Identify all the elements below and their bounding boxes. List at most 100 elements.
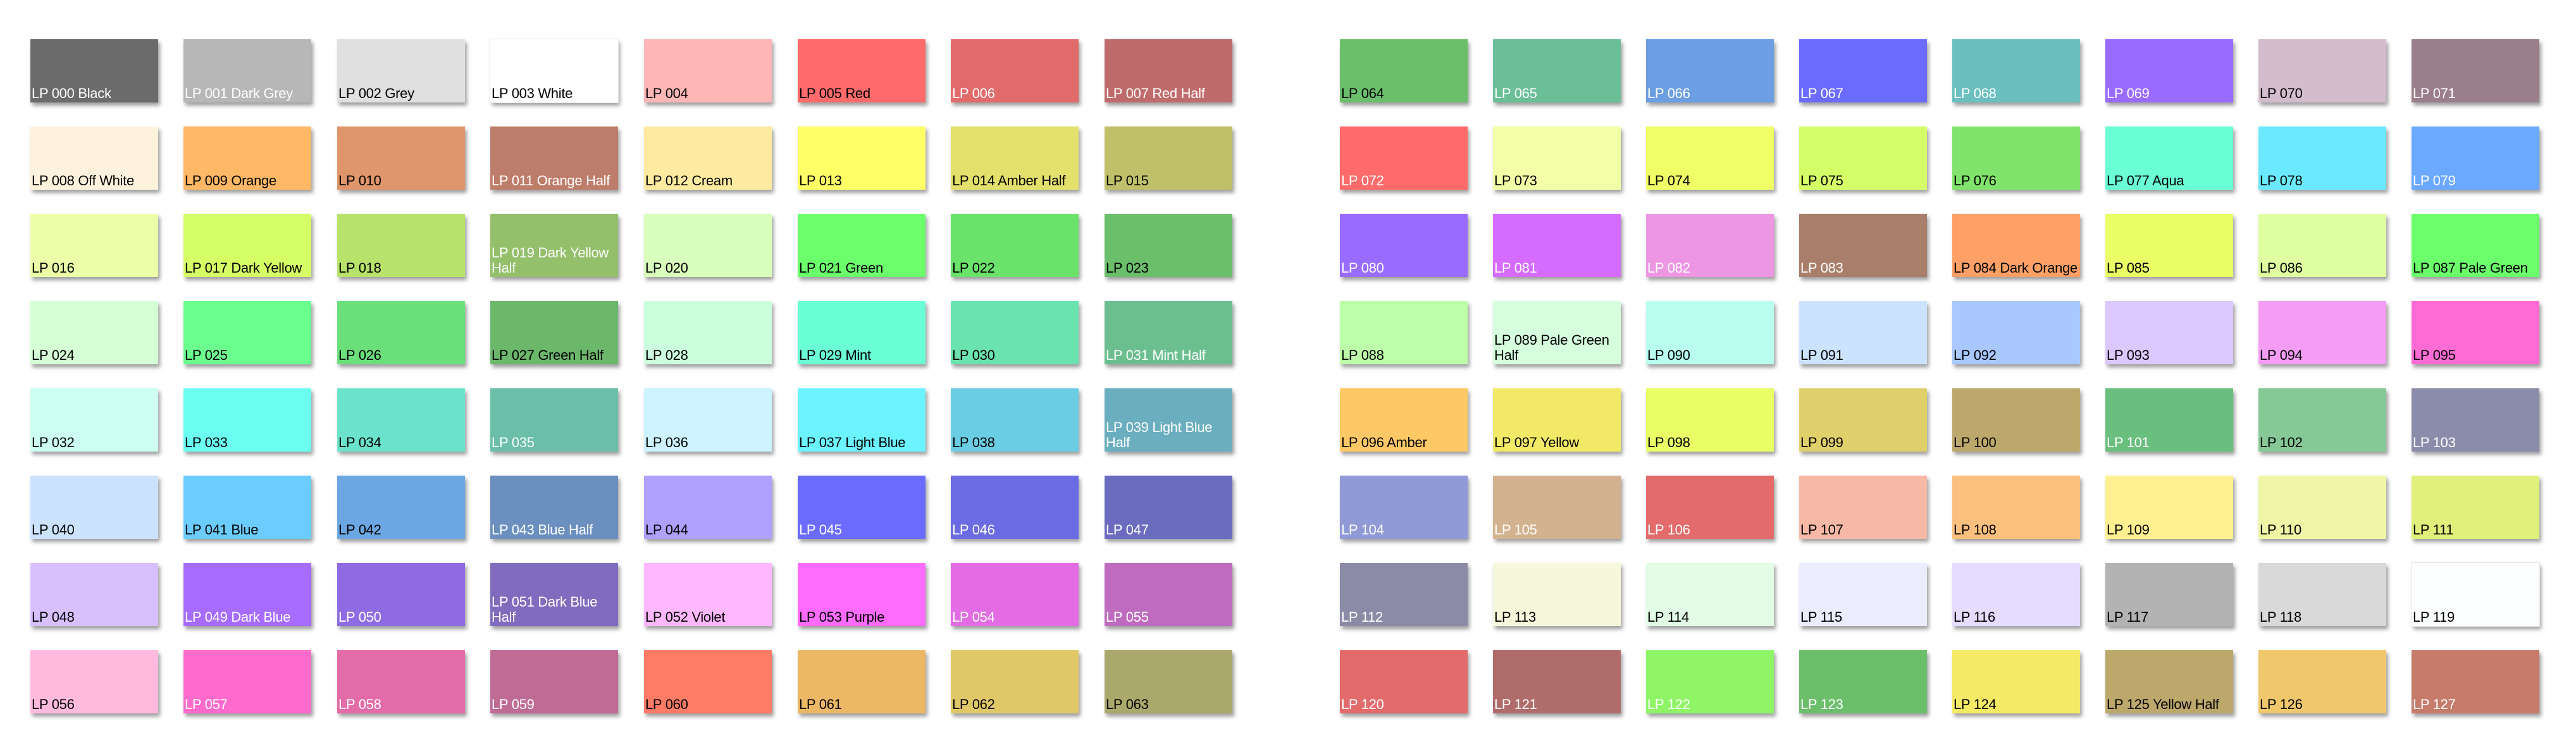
swatch-lp-105: LP 105: [1493, 476, 1621, 539]
swatch-label: LP 016: [32, 260, 75, 276]
swatch-lp-046: LP 046: [951, 476, 1079, 539]
swatch-label: LP 102: [2260, 435, 2303, 450]
swatch-label: LP 083: [1800, 260, 1843, 276]
swatch-lp-035: LP 035: [490, 388, 618, 452]
swatch-label: LP 064: [1341, 85, 1384, 101]
swatch-lp-084-dark-orange: LP 084 Dark Orange: [1952, 214, 2080, 277]
swatch-label: LP 103: [2413, 435, 2456, 450]
swatch-lp-057: LP 057: [183, 650, 311, 713]
swatch-label: LP 120: [1341, 696, 1384, 712]
swatch-lp-039-light-blue-half: LP 039 Light Blue Half: [1105, 388, 1232, 452]
swatch-lp-083: LP 083: [1799, 214, 1927, 277]
swatch-label: LP 105: [1494, 522, 1537, 538]
swatch-label: LP 055: [1106, 609, 1149, 625]
swatch-lp-123: LP 123: [1799, 650, 1927, 713]
swatch-lp-029-mint: LP 029 Mint: [798, 301, 926, 364]
swatch-label: LP 109: [2107, 522, 2150, 538]
swatch-lp-043-blue-half: LP 043 Blue Half: [490, 476, 618, 539]
swatch-label: LP 123: [1800, 696, 1843, 712]
swatch-label: LP 029 Mint: [799, 347, 871, 363]
swatch-label: LP 110: [2260, 522, 2301, 538]
swatch-lp-119: LP 119: [2411, 562, 2540, 627]
swatch-label: LP 033: [185, 435, 228, 450]
swatch-lp-099: LP 099: [1799, 388, 1927, 452]
swatch-label: LP 021 Green: [799, 260, 883, 276]
swatch-lp-049-dark-blue: LP 049 Dark Blue: [183, 563, 311, 626]
swatch-lp-069: LP 069: [2105, 39, 2233, 102]
swatch-lp-122: LP 122: [1646, 650, 1774, 713]
swatch-label: LP 111: [2413, 522, 2454, 538]
swatch-lp-062: LP 062: [951, 650, 1079, 713]
swatch-lp-028: LP 028: [644, 301, 772, 364]
swatch-lp-031-mint-half: LP 031 Mint Half: [1105, 301, 1232, 364]
swatch-lp-108: LP 108: [1952, 476, 2080, 539]
swatch-label: LP 024: [32, 347, 75, 363]
swatch-label: LP 020: [645, 260, 688, 276]
swatch-label: LP 070: [2260, 85, 2303, 101]
swatch-lp-127: LP 127: [2412, 650, 2539, 713]
swatch-lp-036: LP 036: [644, 388, 772, 452]
swatch-lp-092: LP 092: [1952, 301, 2080, 364]
swatch-lp-078: LP 078: [2258, 126, 2386, 190]
swatch-label: LP 074: [1647, 173, 1690, 188]
swatch-lp-018: LP 018: [337, 214, 465, 277]
swatch-label: LP 022: [952, 260, 995, 276]
swatch-label: LP 081: [1494, 260, 1537, 276]
swatch-label: LP 039 Light Blue Half: [1106, 419, 1213, 450]
swatch-label: LP 127: [2413, 696, 2456, 712]
swatch-label: LP 018: [338, 260, 381, 276]
swatch-lp-059: LP 059: [490, 650, 618, 713]
swatch-lp-009-orange: LP 009 Orange: [183, 126, 311, 190]
swatch-lp-016: LP 016: [30, 214, 158, 277]
swatch-label: LP 065: [1494, 85, 1537, 101]
swatch-lp-003-white: LP 003 White: [490, 39, 619, 103]
swatch-lp-045: LP 045: [798, 476, 926, 539]
swatch-label: LP 053 Purple: [799, 609, 885, 625]
swatch-lp-055: LP 055: [1105, 563, 1232, 626]
swatch-label: LP 054: [952, 609, 995, 625]
swatch-lp-074: LP 074: [1646, 126, 1774, 190]
swatch-label: LP 052 Violet: [645, 609, 726, 625]
swatch-label: LP 057: [185, 696, 228, 712]
swatch-label: LP 088: [1341, 347, 1384, 363]
swatch-lp-079: LP 079: [2412, 126, 2539, 190]
swatch-lp-077-aqua: LP 077 Aqua: [2105, 126, 2233, 190]
swatch-lp-111: LP 111: [2412, 476, 2539, 539]
swatch-lp-075: LP 075: [1799, 126, 1927, 190]
swatch-lp-112: LP 112: [1340, 563, 1468, 626]
swatch-label: LP 080: [1341, 260, 1384, 276]
swatch-label: LP 049 Dark Blue: [185, 609, 291, 625]
swatch-lp-056: LP 056: [30, 650, 158, 713]
swatch-label: LP 107: [1800, 522, 1843, 538]
swatch-label: LP 097 Yellow: [1494, 435, 1579, 450]
swatch-lp-012-cream: LP 012 Cream: [644, 126, 772, 190]
swatch-lp-121: LP 121: [1493, 650, 1621, 713]
swatch-label: LP 028: [645, 347, 688, 363]
swatch-label: LP 010: [338, 173, 381, 188]
swatch-lp-118: LP 118: [2258, 563, 2386, 626]
swatch-lp-081: LP 081: [1493, 214, 1621, 277]
swatch-label: LP 108: [1954, 522, 1997, 538]
swatch-lp-004: LP 004: [644, 39, 772, 102]
swatch-lp-066: LP 066: [1646, 39, 1774, 102]
swatch-label: LP 079: [2413, 173, 2456, 188]
swatch-lp-042: LP 042: [337, 476, 465, 539]
swatch-label: LP 118: [2260, 609, 2301, 625]
swatch-label: LP 106: [1647, 522, 1690, 538]
swatch-label: LP 059: [492, 696, 535, 712]
swatch-lp-025: LP 025: [183, 301, 311, 364]
swatch-label: LP 115: [1800, 609, 1842, 625]
swatch-label: LP 041 Blue: [185, 522, 259, 538]
swatch-label: LP 086: [2260, 260, 2303, 276]
swatch-lp-093: LP 093: [2105, 301, 2233, 364]
swatch-lp-117: LP 117: [2105, 563, 2233, 626]
swatch-label: LP 076: [1954, 173, 1997, 188]
swatch-label: LP 116: [1954, 609, 1995, 625]
swatch-label: LP 084 Dark Orange: [1954, 260, 2078, 276]
swatch-label: LP 069: [2107, 85, 2150, 101]
color-chart-left: LP 000 Black LP 001 Dark Grey LP 002 Grey L…: [0, 0, 1288, 752]
swatch-lp-101: LP 101: [2105, 388, 2233, 452]
swatch-label: LP 058: [338, 696, 381, 712]
swatch-label: LP 042: [338, 522, 381, 538]
swatch-label: LP 012 Cream: [645, 173, 733, 188]
